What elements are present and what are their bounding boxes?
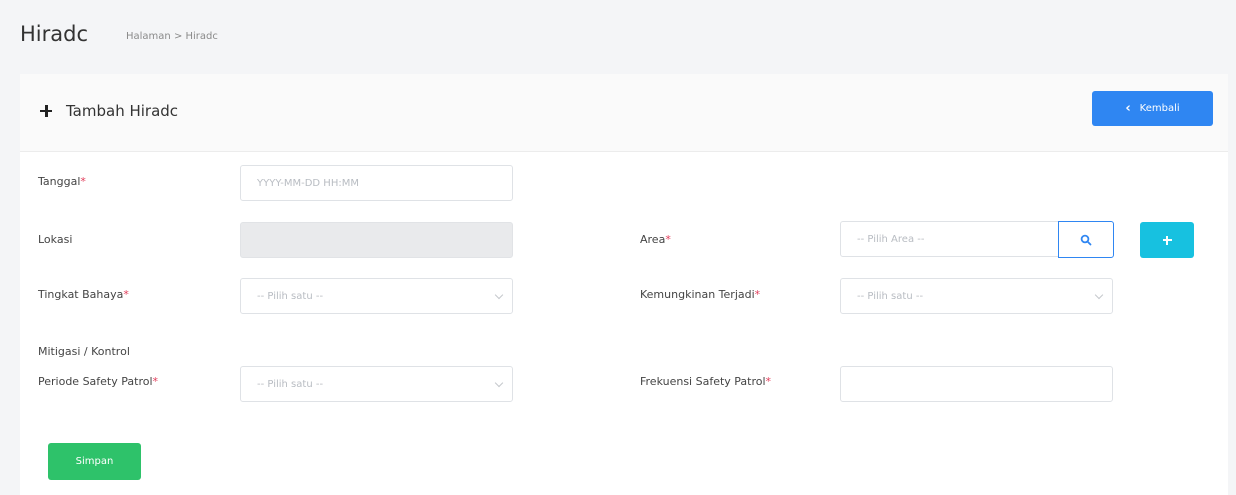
tanggal-label: Tanggal* xyxy=(38,175,86,188)
required-mark: * xyxy=(754,288,761,301)
frekuensi-safety-patrol-label: Frekuensi Safety Patrol* xyxy=(640,375,771,388)
tingkat-bahaya-select[interactable]: -- Pilih satu -- xyxy=(240,278,513,314)
mitigasi-section-label: Mitigasi / Kontrol xyxy=(38,345,130,358)
chevron-down-icon xyxy=(494,378,504,388)
plus-icon xyxy=(1162,235,1172,245)
area-label: Area* xyxy=(640,233,671,246)
save-button[interactable]: Simpan xyxy=(48,443,141,480)
required-mark: * xyxy=(665,233,671,246)
page-title: Hiradc xyxy=(20,22,89,46)
periode-safety-patrol-value: -- Pilih satu -- xyxy=(257,378,324,390)
search-icon xyxy=(1080,234,1092,245)
tanggal-input[interactable]: YYYY-MM-DD HH:MM xyxy=(240,165,513,201)
periode-safety-patrol-label-text: Periode Safety Patrol xyxy=(38,375,153,388)
kemungkinan-terjadi-value: -- Pilih satu -- xyxy=(857,290,924,302)
required-mark: * xyxy=(80,175,86,188)
area-placeholder: -- Pilih Area -- xyxy=(857,233,925,245)
lokasi-label: Lokasi xyxy=(38,233,73,246)
back-button[interactable]: ‹ Kembali xyxy=(1092,91,1213,126)
required-mark: * xyxy=(152,375,159,388)
frekuensi-safety-patrol-label-text: Frekuensi Safety Patrol xyxy=(640,375,766,388)
kemungkinan-terjadi-label: Kemungkinan Terjadi* xyxy=(640,288,760,301)
kemungkinan-terjadi-select[interactable]: -- Pilih satu -- xyxy=(840,278,1113,314)
required-mark: * xyxy=(765,375,772,388)
chevron-left-icon: ‹ xyxy=(1125,101,1131,116)
required-mark: * xyxy=(123,288,129,301)
back-button-label: Kembali xyxy=(1139,103,1180,114)
area-search-button[interactable] xyxy=(1058,221,1114,258)
card-header: Tambah Hiradc ‹ Kembali xyxy=(20,74,1228,152)
add-area-button[interactable] xyxy=(1140,222,1194,258)
tanggal-placeholder: YYYY-MM-DD HH:MM xyxy=(257,177,359,189)
area-input[interactable]: -- Pilih Area -- xyxy=(840,221,1060,257)
card-title: Tambah Hiradc xyxy=(40,102,178,120)
frekuensi-safety-patrol-input[interactable] xyxy=(840,366,1113,402)
top-bar: Hiradc Halaman > Hiradc xyxy=(0,0,1236,70)
tingkat-bahaya-value: -- Pilih satu -- xyxy=(257,290,324,302)
kemungkinan-terjadi-label-text: Kemungkinan Terjadi xyxy=(640,288,755,301)
tingkat-bahaya-label: Tingkat Bahaya* xyxy=(38,288,129,301)
tingkat-bahaya-label-text: Tingkat Bahaya xyxy=(38,288,124,301)
lokasi-input xyxy=(240,222,513,258)
periode-safety-patrol-select[interactable]: -- Pilih satu -- xyxy=(240,366,513,402)
breadcrumb: Halaman > Hiradc xyxy=(126,31,218,42)
periode-safety-patrol-label: Periode Safety Patrol* xyxy=(38,375,158,388)
plus-icon xyxy=(40,105,52,117)
chevron-down-icon xyxy=(494,290,504,300)
tanggal-label-text: Tanggal xyxy=(38,175,81,188)
area-label-text: Area xyxy=(640,233,666,246)
card-title-text: Tambah Hiradc xyxy=(66,102,179,120)
chevron-down-icon xyxy=(1094,290,1104,300)
